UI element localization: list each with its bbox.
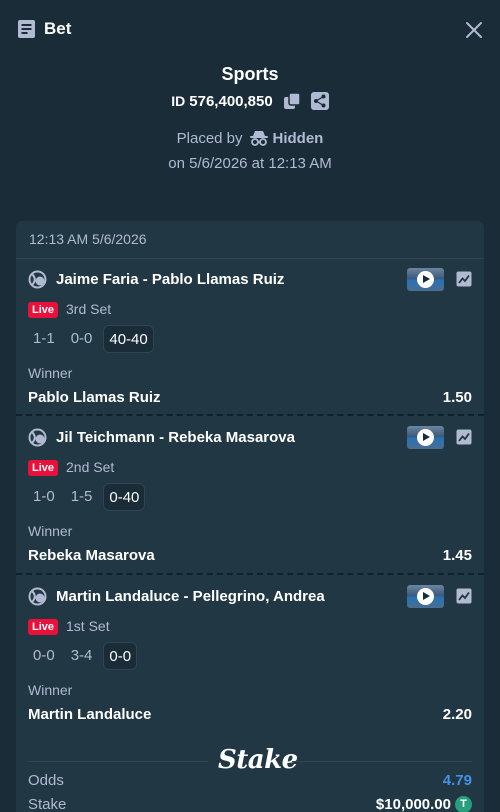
play-icon	[417, 429, 434, 446]
event-name[interactable]: Jaime Faria - Pablo Llamas Ruiz	[56, 271, 284, 288]
selection-name: Martin Landaluce	[28, 706, 152, 723]
divider-line	[28, 761, 208, 762]
market-label: Winner	[28, 523, 73, 539]
play-icon	[417, 271, 434, 288]
set-label: 1st Set	[66, 618, 110, 634]
set-label: 2nd Set	[66, 459, 115, 475]
placed-by-username: Hidden	[272, 129, 324, 147]
stats-chart-icon[interactable]	[456, 271, 472, 287]
game-score: 1-5	[70, 488, 93, 505]
share-icon[interactable]	[310, 92, 329, 110]
event-name[interactable]: Jil Teichmann - Rebeka Masarova	[56, 429, 295, 446]
placed-by-user: Hidden	[249, 129, 324, 147]
placed-date: on 5/6/2026 at 12:13 AM	[168, 155, 332, 172]
tennis-ball-icon	[28, 428, 47, 447]
set-label: 3rd Set	[66, 301, 112, 317]
stake-label: Stake	[28, 796, 67, 812]
market-label: Winner	[28, 365, 73, 381]
bet-leg: Jil Teichmann - Rebeka Masarova Live 2nd…	[16, 417, 484, 575]
stake-logo: Stake	[218, 745, 298, 775]
point-score: 40-40	[103, 325, 154, 353]
card-timestamp: 12:13 AM 5/6/2026	[29, 231, 147, 247]
event-name[interactable]: Martin Landaluce - Pellegrino, Andrea	[56, 588, 325, 605]
stake-amount: $10,000.00 T	[376, 796, 472, 812]
placed-by-row: Placed by Hidden	[0, 127, 500, 149]
live-badge: Live	[28, 460, 59, 476]
live-stream-thumbnail[interactable]	[407, 426, 444, 449]
score-row: 1-0 1-5 0-40	[28, 483, 151, 511]
bet-id-row: ID 576,400,850	[0, 90, 500, 112]
bet-id-value: 576,400,850	[189, 92, 273, 110]
bet-slip-icon	[18, 20, 35, 38]
bet-leg: Jaime Faria - Pablo Llamas Ruiz Live 3rd…	[16, 258, 484, 416]
live-stream-thumbnail[interactable]	[407, 585, 444, 608]
total-odds-row: Odds 4.79	[28, 772, 472, 792]
odds-label: Odds	[28, 772, 64, 789]
tether-currency-icon: T	[455, 796, 472, 812]
set-score: 0-0	[33, 647, 55, 664]
bet-id-label: ID	[171, 93, 186, 109]
copy-icon[interactable]	[283, 92, 301, 110]
divider-line	[292, 761, 472, 762]
modal-title: Bet	[44, 19, 72, 38]
point-score: 0-40	[103, 483, 146, 511]
set-score: 1-1	[33, 330, 55, 347]
score-row: 0-0 3-4 0-0	[28, 642, 143, 670]
leg-odds: 2.20	[442, 706, 472, 723]
live-badge: Live	[28, 302, 59, 318]
bet-category: Sports	[221, 64, 279, 84]
score-row: 1-1 0-0 40-40	[28, 325, 160, 353]
game-score: 3-4	[70, 647, 93, 664]
play-icon	[417, 588, 434, 605]
placed-by-label: Placed by	[176, 129, 243, 147]
live-stream-thumbnail[interactable]	[407, 268, 444, 291]
bet-leg: Martin Landaluce - Pellegrino, Andrea Li…	[16, 576, 484, 734]
selection-name: Rebeka Masarova	[28, 547, 155, 564]
bet-details-card: 12:13 AM 5/6/2026 Jaime Faria - Pablo Ll…	[16, 221, 484, 812]
incognito-icon	[249, 131, 268, 146]
tennis-ball-icon	[28, 270, 47, 289]
stats-chart-icon[interactable]	[456, 429, 472, 445]
bet-summary: Sports ID 576,400,850 Placed by Hidden o…	[0, 62, 500, 177]
game-score: 0-0	[70, 330, 93, 347]
total-odds-value: 4.79	[442, 772, 472, 789]
tennis-ball-icon	[28, 587, 47, 606]
leg-odds: 1.50	[442, 389, 472, 406]
market-label: Winner	[28, 682, 73, 698]
close-icon[interactable]	[465, 21, 483, 39]
stake-value: $10,000.00	[375, 796, 451, 812]
modal-header: Bet	[0, 0, 500, 60]
header-title-group: Bet	[17, 19, 71, 39]
stake-row: Stake $10,000.00 T	[28, 796, 472, 812]
point-score: 0-0	[103, 642, 138, 670]
live-badge: Live	[28, 619, 59, 635]
stats-chart-icon[interactable]	[456, 588, 472, 604]
selection-name: Pablo Llamas Ruiz	[28, 389, 161, 406]
brand-divider: Stake	[28, 745, 472, 775]
set-score: 1-0	[33, 488, 55, 505]
leg-odds: 1.45	[442, 547, 472, 564]
